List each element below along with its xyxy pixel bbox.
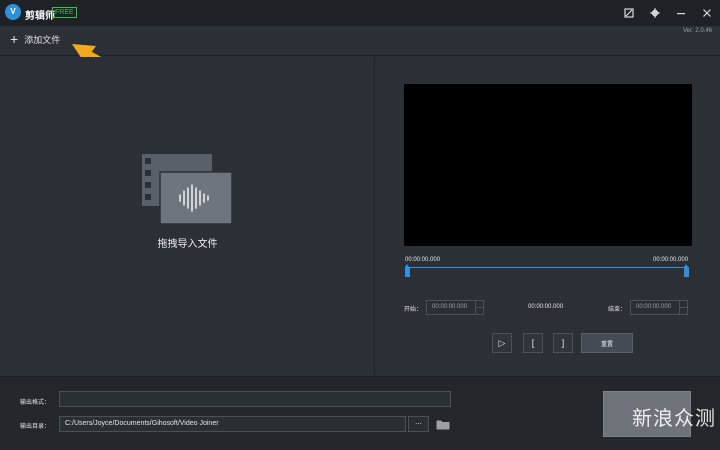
mark-in-button[interactable]: [ [523,333,543,353]
output-dir-field[interactable]: C:/Users/Joyce/Documents/Gihosoft/Video … [59,416,406,432]
end-time-stepper[interactable] [679,300,688,315]
start-time-label: 开始： [404,307,423,313]
app-logo: V [5,4,21,20]
video-preview [404,84,692,246]
close-button[interactable] [699,5,715,21]
timeline-start-time: 00:00:00.000 [405,257,441,263]
version-label: Ver: 2.0.46 [682,28,712,34]
reset-button[interactable]: 重置 [581,333,633,353]
browse-button[interactable]: ... [408,416,429,432]
drop-zone[interactable]: 拖拽导入文件 [0,57,375,375]
start-time-stepper[interactable] [475,300,484,315]
start-time-field[interactable]: 00:00:00.000 [426,300,476,315]
timeline-end-time: 00:00:00.000 [653,257,689,263]
free-badge: FREE [52,7,77,18]
end-time-label: 结束： [608,307,627,313]
app-title: 剪辑师 [25,11,55,22]
timeline-track[interactable] [407,267,687,268]
output-panel: 输出格式： 输出目录： C:/Users/Joyce/Documents/Gih… [0,376,720,450]
minimize-icon [677,13,685,15]
play-button[interactable]: ▷ [492,333,512,353]
film-audio-icon [142,154,232,224]
preview-panel: 00:00:00.000 00:00:00.000 开始： 00:00:00.0… [376,57,720,375]
watermark: 新浪众测 [632,406,716,430]
output-dir-label: 输出目录： [20,424,51,430]
settings-button[interactable] [647,5,663,21]
add-file-button[interactable]: + 添加文件 [10,31,60,47]
drop-zone-label: 拖拽导入文件 [157,239,218,250]
gear-icon [650,8,660,18]
close-icon [703,9,711,17]
open-folder-button[interactable] [434,416,452,432]
skin-button[interactable] [621,5,637,21]
minimize-button[interactable] [673,5,689,21]
title-bar: V 剪辑师 FREE [0,0,720,26]
skin-icon [624,8,634,18]
add-file-label: 添加文件 [24,34,61,45]
output-format-label: 输出格式： [20,400,51,406]
folder-icon [436,420,450,429]
duration-time: 00:00:00.000 [528,304,564,310]
plus-icon: + [10,31,19,47]
output-format-field[interactable] [59,391,451,407]
timeline-end-handle[interactable] [684,264,689,277]
timeline-start-handle[interactable] [405,264,410,277]
end-time-field[interactable]: 00:00:00.000 [630,300,680,315]
mark-out-button[interactable]: ] [553,333,573,353]
